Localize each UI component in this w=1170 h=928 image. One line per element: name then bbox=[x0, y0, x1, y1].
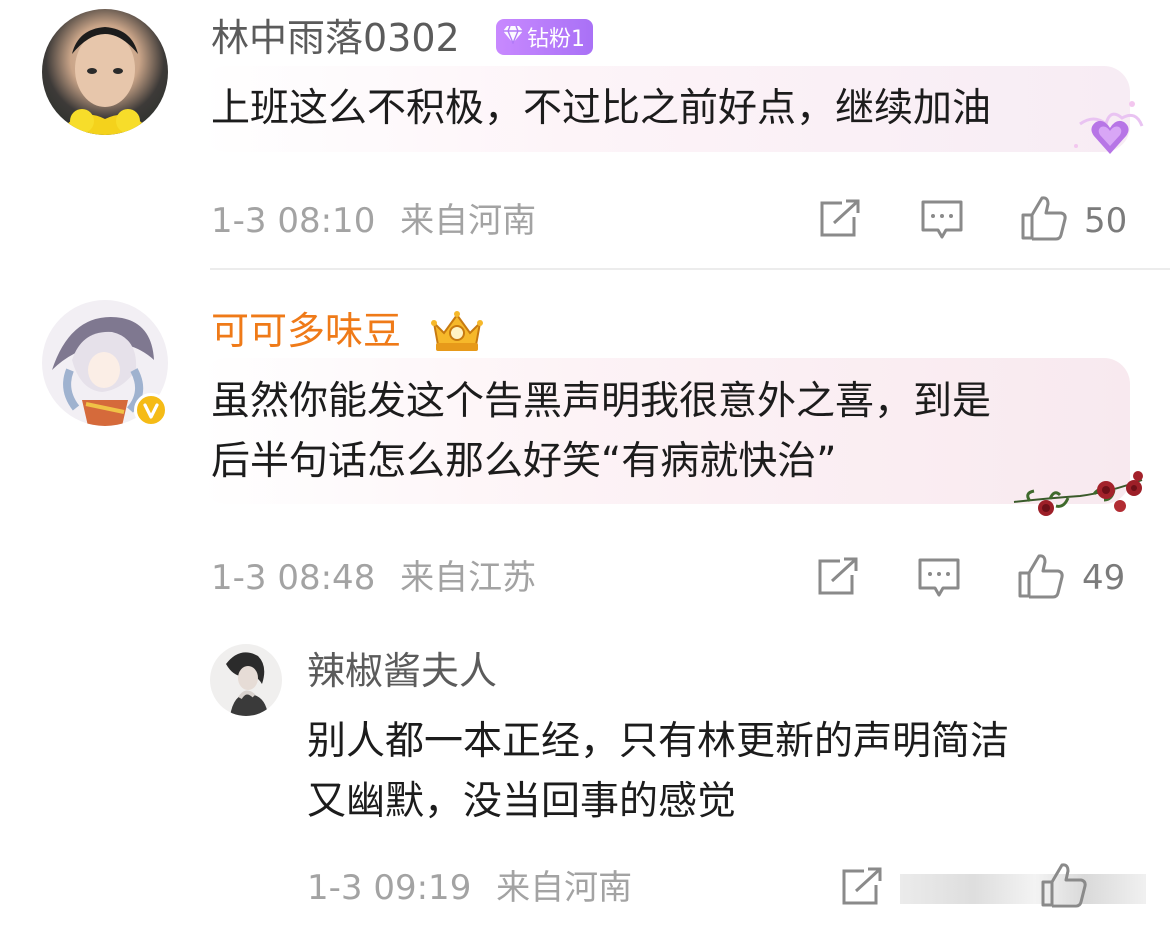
reply-meta: 1-3 09:19 来自河南 bbox=[307, 871, 632, 905]
timestamp: 1-3 09:19 bbox=[307, 868, 472, 908]
like-icon[interactable] bbox=[1040, 862, 1088, 908]
like-icon[interactable] bbox=[1020, 195, 1068, 241]
location: 来自江苏 bbox=[400, 558, 537, 598]
glitch-overlay bbox=[900, 874, 1146, 904]
comment-text: 上班这么不积极，不过比之前好点，继续加油 bbox=[211, 86, 992, 131]
username[interactable]: 林中雨落0302 bbox=[211, 19, 460, 57]
avatar[interactable] bbox=[42, 9, 168, 135]
reply-text: 别人都一本正经，只有林更新的声明简洁 又幽默，没当回事的感觉 bbox=[307, 712, 1009, 832]
timestamp: 1-3 08:10 bbox=[211, 201, 376, 241]
username[interactable]: 辣椒酱夫人 bbox=[307, 652, 497, 690]
comment-meta: 1-3 08:10 来自河南 bbox=[211, 204, 536, 238]
verified-icon bbox=[134, 393, 168, 427]
comment-meta: 1-3 08:48 来自江苏 bbox=[211, 561, 536, 595]
reply-line: 别人都一本正经，只有林更新的声明简洁 bbox=[307, 719, 1010, 764]
badge-label: 钻粉1 bbox=[527, 27, 585, 52]
repost-icon[interactable] bbox=[818, 199, 862, 239]
rose-decoration-icon bbox=[1010, 468, 1150, 532]
location: 来自河南 bbox=[400, 201, 537, 241]
like-count: 50 bbox=[1084, 201, 1128, 241]
diamond-icon bbox=[502, 24, 524, 50]
comment-line: 虽然你能发这个告黑声明我很意外之喜，到是 bbox=[211, 379, 992, 424]
location: 来自河南 bbox=[496, 868, 633, 908]
comment-line: 后半句话怎么那么好笑“有病就快治” bbox=[211, 439, 837, 484]
like-icon[interactable] bbox=[1017, 553, 1065, 599]
reply-line: 又幽默，没当回事的感觉 bbox=[307, 779, 737, 824]
comment-text: 虽然你能发这个告黑声明我很意外之喜，到是 后半句话怎么那么好笑“有病就快治” bbox=[211, 372, 991, 492]
comment-icon[interactable] bbox=[917, 557, 961, 599]
avatar[interactable] bbox=[210, 644, 282, 716]
divider bbox=[210, 268, 1170, 270]
repost-icon[interactable] bbox=[840, 867, 884, 907]
comment-icon[interactable] bbox=[920, 199, 964, 241]
username[interactable]: 可可多味豆 bbox=[211, 312, 401, 350]
heart-decoration-icon bbox=[1070, 96, 1150, 164]
like-count: 49 bbox=[1082, 558, 1126, 598]
crown-badge-icon bbox=[428, 307, 486, 357]
fan-badge: 钻粉1 bbox=[496, 19, 593, 55]
repost-icon[interactable] bbox=[816, 557, 860, 597]
timestamp: 1-3 08:48 bbox=[211, 558, 376, 598]
